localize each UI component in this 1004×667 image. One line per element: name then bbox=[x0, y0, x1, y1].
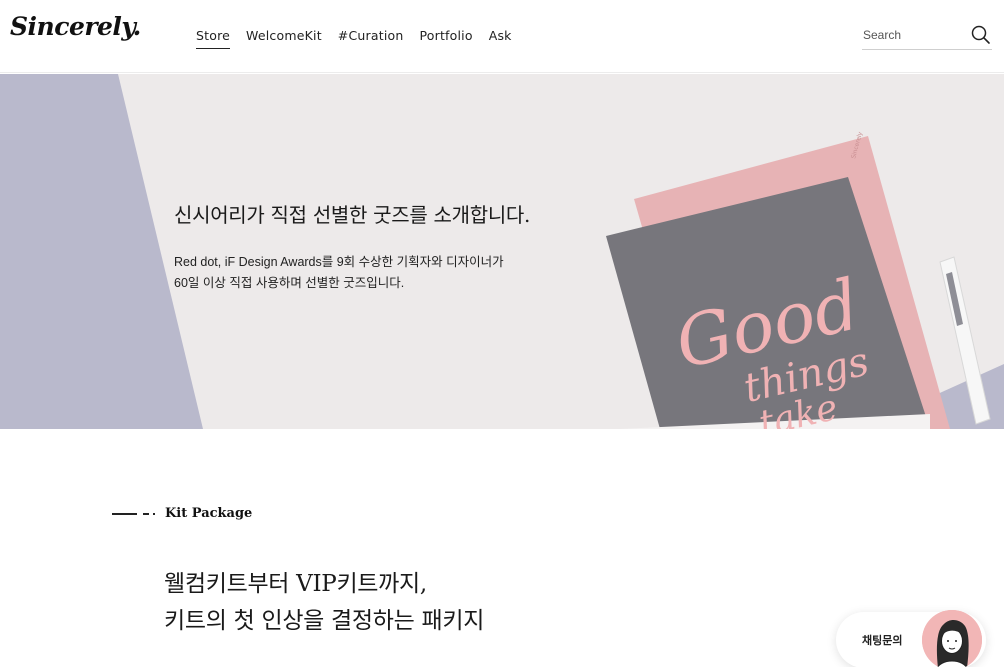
banner-title: 신시어리가 직접 선별한 굿즈를 소개합니다. bbox=[174, 203, 531, 227]
main-nav: Store WelcomeKit #Curation Portfolio Ask bbox=[196, 28, 528, 49]
eyebrow-dot bbox=[153, 512, 155, 515]
section-eyebrow-label: Kit Package bbox=[165, 506, 253, 521]
nav-item-store[interactable]: Store bbox=[196, 28, 231, 49]
section-headline: 웰컴키트부터 VIP키트까지, 키트의 첫 인상을 결정하는 패키지 bbox=[164, 566, 484, 640]
eyebrow-dash-short bbox=[143, 512, 149, 515]
chat-inquiry-label: 채팅문의 bbox=[862, 634, 903, 647]
banner-description: Red dot, iF Design Awards를 9회 수상한 기획자와 디… bbox=[174, 252, 504, 294]
search-input[interactable] bbox=[863, 26, 963, 44]
section-eyebrow: Kit Package bbox=[112, 506, 252, 521]
eyebrow-dash-long bbox=[112, 512, 137, 515]
search-bar bbox=[862, 24, 992, 50]
banner-desc-line2: 60일 이상 직접 사용하며 선별한 굿즈입니다. bbox=[174, 276, 405, 290]
agent-avatar-icon[interactable] bbox=[922, 610, 982, 667]
banner-desc-line1: Red dot, iF Design Awards를 9회 수상한 기획자와 디… bbox=[174, 255, 504, 269]
nav-item-welcomekit[interactable]: WelcomeKit bbox=[246, 28, 322, 49]
nav-item-ask[interactable]: Ask bbox=[489, 28, 512, 49]
logo[interactable]: Sincerely. bbox=[10, 12, 141, 41]
section-headline-line1: 웰컴키트부터 VIP키트까지, bbox=[164, 571, 427, 597]
search-icon[interactable] bbox=[970, 24, 992, 46]
nav-item-curation[interactable]: #Curation bbox=[338, 28, 404, 49]
nav-item-portfolio[interactable]: Portfolio bbox=[419, 28, 472, 49]
site-header: Sincerely. Store WelcomeKit #Curation Po… bbox=[0, 0, 1004, 73]
hero-banner: Sincerely Good things take 신시어리가 직접 선별한 … bbox=[0, 74, 1004, 429]
section-headline-line2: 키트의 첫 인상을 결정하는 패키지 bbox=[164, 608, 485, 634]
